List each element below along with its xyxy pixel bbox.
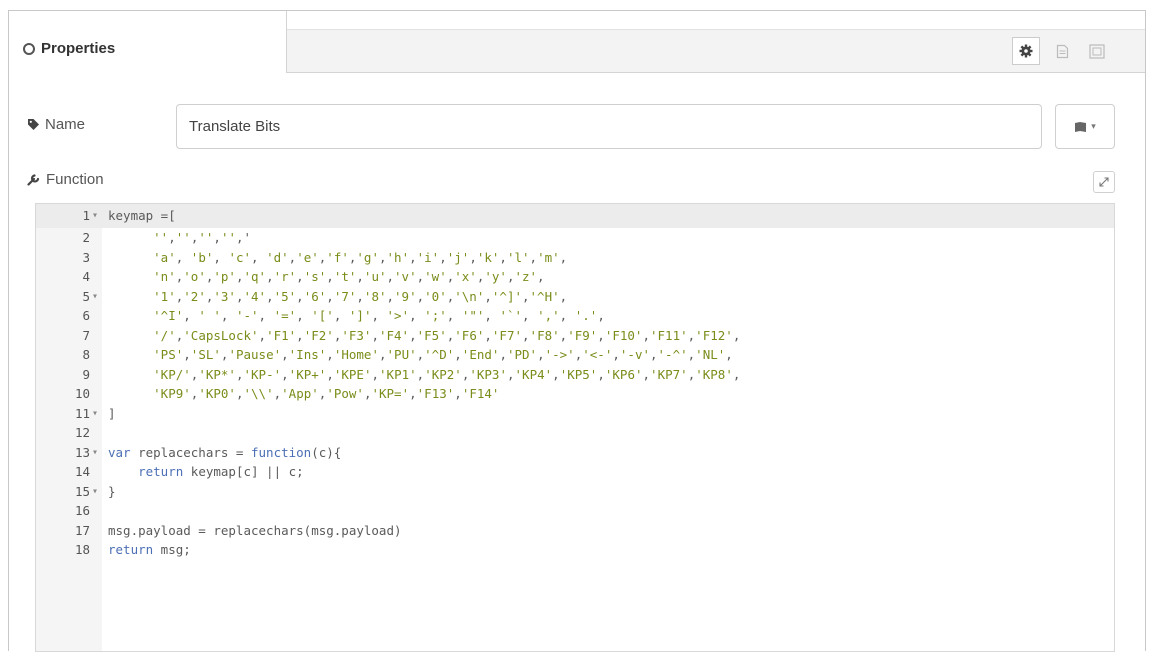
description-button[interactable] xyxy=(1048,37,1076,65)
function-label: Function xyxy=(27,171,104,188)
line-code: 'n','o','p','q','r','s','t','u','v','w',… xyxy=(153,269,545,284)
line-code: return msg; xyxy=(108,542,191,557)
code-line[interactable]: 3 'a', 'b', 'c', 'd','e','f','g','h','i'… xyxy=(36,248,1114,268)
code-line[interactable]: 13 ▾ var replacechars = function(c){ xyxy=(36,443,1114,463)
tab-properties[interactable]: Properties xyxy=(9,11,287,73)
code-line[interactable]: 12 xyxy=(36,423,1114,443)
document-icon xyxy=(1056,44,1068,58)
tag-icon xyxy=(28,119,39,130)
line-code: keymap =[ xyxy=(108,208,176,223)
line-number: 10 xyxy=(74,386,90,401)
line-number: 1 xyxy=(82,208,90,223)
line-number: 9 xyxy=(82,366,90,382)
fold-arrow-icon[interactable]: ▾ xyxy=(92,204,102,228)
fold-arrow-icon[interactable]: ▾ xyxy=(92,287,102,307)
line-number: 14 xyxy=(74,464,90,479)
code-line[interactable]: 8 'PS','SL','Pause','Ins','Home','PU','^… xyxy=(36,345,1114,365)
name-input[interactable] xyxy=(176,104,1042,149)
line-number: 7 xyxy=(82,327,90,343)
line-number: 4 xyxy=(82,269,90,284)
expand-editor-button[interactable] xyxy=(1093,171,1115,193)
line-number: 6 xyxy=(82,308,90,323)
line-number: 2 xyxy=(82,230,90,245)
line-code: '1','2','3','4','5','6','7','8','9','0',… xyxy=(153,288,568,304)
fold-arrow-icon[interactable]: ▾ xyxy=(92,443,102,463)
code-line[interactable]: 17 msg.payload = replacechars(msg.payload… xyxy=(36,521,1114,541)
book-icon xyxy=(1075,121,1087,132)
function-label-text: Function xyxy=(46,171,104,188)
gear-icon xyxy=(23,42,35,55)
line-code: 'KP9','KP0','\\','App','Pow','KP=','F13'… xyxy=(153,386,500,401)
expand-icon xyxy=(1099,177,1109,187)
code-line[interactable]: 5 ▾ '1','2','3','4','5','6','7','8','9','… xyxy=(36,287,1114,307)
settings-button[interactable] xyxy=(1012,37,1040,65)
line-code: var replacechars = function(c){ xyxy=(108,444,342,460)
code-line[interactable]: 15 ▾} xyxy=(36,482,1114,502)
code-line[interactable]: 2 '','','','',' xyxy=(36,228,1114,248)
name-label-text: Name xyxy=(45,116,86,133)
tab-properties-label: Properties xyxy=(41,40,116,57)
line-number: 16 xyxy=(74,503,90,518)
code-line[interactable]: 14 return keymap[c] || c; xyxy=(36,462,1114,482)
line-code: 'KP/','KP*','KP-','KP+','KPE','KP1','KP2… xyxy=(153,366,741,382)
line-number: 17 xyxy=(74,522,90,538)
line-code: ] xyxy=(108,405,116,421)
code-lines: 1 ▾ keymap =[2 '','','','',' 3 'a', 'b', 'c… xyxy=(36,204,1114,560)
icon-select-button[interactable]: ▾ xyxy=(1055,104,1115,149)
appearance-button[interactable] xyxy=(1083,37,1111,65)
code-editor[interactable]: 1 ▾ keymap =[2 '','','','',' 3 'a', 'b', 'c… xyxy=(35,203,1115,652)
line-number: 8 xyxy=(82,347,90,362)
code-line[interactable]: 7 '/','CapsLock','F1','F2','F3','F4','F5… xyxy=(36,326,1114,346)
code-line[interactable]: 18 return msg; xyxy=(36,540,1114,560)
code-line[interactable]: 4 'n','o','p','q','r','s','t','u','v','w… xyxy=(36,267,1114,287)
code-line[interactable]: 10 'KP9','KP0','\\','App','Pow','KP=','F… xyxy=(36,384,1114,404)
wrench-icon xyxy=(27,174,40,186)
line-code: return keymap[c] || c; xyxy=(138,464,304,479)
node-edit-dialog: Properties Name Translate Bits ▾ Functio… xyxy=(8,10,1146,652)
code-line[interactable]: 11 ▾] xyxy=(36,404,1114,424)
name-label: Name xyxy=(27,116,85,133)
line-code: } xyxy=(108,483,116,499)
caret-down-icon: ▾ xyxy=(1091,121,1096,131)
line-number: 12 xyxy=(74,425,90,440)
gear-icon xyxy=(1019,44,1033,58)
line-number: 15 xyxy=(74,483,90,499)
layout-icon xyxy=(1089,43,1105,59)
fold-arrow-icon[interactable]: ▾ xyxy=(92,482,102,502)
line-code: 'a', 'b', 'c', 'd','e','f','g','h','i','… xyxy=(153,249,568,265)
line-number: 3 xyxy=(82,249,90,265)
line-code: 'PS','SL','Pause','Ins','Home','PU','^D'… xyxy=(153,347,733,362)
line-code: msg.payload = replacechars(msg.payload) xyxy=(108,522,402,538)
code-line[interactable]: 6 '^I', ' ', '-', '=', '[', ']', '>', ';… xyxy=(36,306,1114,326)
code-line[interactable]: 16 xyxy=(36,501,1114,521)
line-code: '^I', ' ', '-', '=', '[', ']', '>', ';',… xyxy=(153,308,605,323)
code-line[interactable]: 1 ▾ keymap =[ xyxy=(36,204,1114,228)
fold-arrow-icon[interactable]: ▾ xyxy=(92,404,102,424)
line-number: 13 xyxy=(74,444,90,460)
tab-bar: Properties xyxy=(9,11,1145,73)
line-number: 11 xyxy=(74,405,90,421)
line-number: 5 xyxy=(82,288,90,304)
line-number: 18 xyxy=(74,542,90,557)
line-code: '/','CapsLock','F1','F2','F3','F4','F5',… xyxy=(153,327,741,343)
line-code: '','','','',' xyxy=(153,230,252,245)
tab-properties-title: Properties xyxy=(23,40,115,57)
code-line[interactable]: 9 'KP/','KP*','KP-','KP+','KPE','KP1','K… xyxy=(36,365,1114,385)
